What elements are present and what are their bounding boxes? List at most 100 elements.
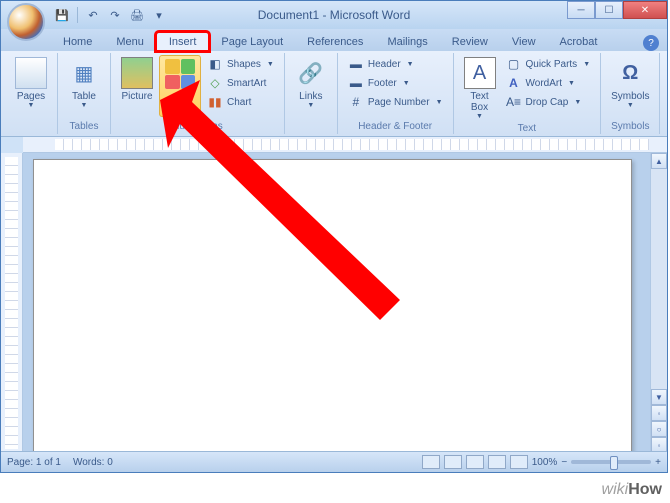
pages-label: Pages xyxy=(17,91,45,102)
tab-references[interactable]: References xyxy=(295,33,375,51)
undo-icon[interactable]: ↶ xyxy=(84,6,102,24)
links-label: Links xyxy=(299,91,322,102)
page-number-icon: # xyxy=(348,94,364,110)
draft-view-button[interactable] xyxy=(510,455,528,469)
qat-more-icon[interactable]: ▾ xyxy=(150,6,168,24)
document-page[interactable] xyxy=(33,159,632,453)
tab-view[interactable]: View xyxy=(500,33,548,51)
tab-home[interactable]: Home xyxy=(51,33,104,51)
chevron-down-icon: ▼ xyxy=(476,113,483,120)
header-label: Header xyxy=(368,59,401,70)
tab-review[interactable]: Review xyxy=(440,33,500,51)
group-symbols-label: Symbols xyxy=(607,120,653,132)
page-number-button[interactable]: # Page Number ▼ xyxy=(344,93,447,111)
smartart-label: SmartArt xyxy=(227,78,266,89)
outline-view-button[interactable] xyxy=(488,455,506,469)
zoom-in-button[interactable]: + xyxy=(655,457,661,468)
status-words[interactable]: Words: 0 xyxy=(73,457,113,468)
text-box-icon: A xyxy=(464,57,496,89)
quick-parts-label: Quick Parts xyxy=(526,59,578,70)
smartart-button[interactable]: ◇ SmartArt xyxy=(203,74,278,92)
text-box-button[interactable]: A TextBox ▼ xyxy=(460,55,500,122)
tab-acrobat[interactable]: Acrobat xyxy=(548,33,610,51)
smartart-icon: ◇ xyxy=(207,75,223,91)
minimize-button[interactable]: ─ xyxy=(567,1,595,19)
vertical-ruler[interactable] xyxy=(1,153,23,453)
picture-icon xyxy=(121,57,153,89)
table-icon: ▦ xyxy=(68,57,100,89)
chart-icon: ▮▮ xyxy=(207,94,223,110)
header-button[interactable]: ▬ Header ▼ xyxy=(344,55,447,73)
save-icon[interactable]: 💾 xyxy=(53,6,71,24)
ribbon: Pages ▼ ▦ Table ▼ Tables Picture xyxy=(1,51,667,137)
chevron-down-icon: ▼ xyxy=(568,80,575,87)
status-page[interactable]: Page: 1 of 1 xyxy=(7,457,61,468)
footer-button[interactable]: ▬ Footer ▼ xyxy=(344,74,447,92)
help-icon[interactable]: ? xyxy=(643,35,659,51)
browse-object-button[interactable]: ○ xyxy=(651,421,667,437)
tab-insert[interactable]: Insert xyxy=(156,32,210,51)
group-tables: ▦ Table ▼ Tables xyxy=(58,53,111,134)
drop-cap-button[interactable]: A≡ Drop Cap ▼ xyxy=(502,93,595,111)
chevron-down-icon: ▼ xyxy=(81,102,88,109)
group-illustrations: Picture ClipArt ◧ Shapes ▼ xyxy=(111,53,285,134)
full-screen-view-button[interactable] xyxy=(444,455,462,469)
symbols-icon: Ω xyxy=(614,57,646,89)
print-icon[interactable]: 🖨 xyxy=(128,6,146,24)
scroll-down-button[interactable]: ▼ xyxy=(651,389,667,405)
web-layout-view-button[interactable] xyxy=(466,455,484,469)
chevron-down-icon: ▼ xyxy=(403,80,410,87)
close-button[interactable]: ✕ xyxy=(623,1,667,19)
group-pages: Pages ▼ xyxy=(5,53,58,134)
drop-cap-icon: A≡ xyxy=(506,94,522,110)
chevron-down-icon: ▼ xyxy=(574,99,581,106)
group-links: 🔗 Links ▼ xyxy=(285,53,338,134)
chart-button[interactable]: ▮▮ Chart xyxy=(203,93,278,111)
scroll-up-button[interactable]: ▲ xyxy=(651,153,667,169)
clip-art-icon xyxy=(164,58,196,90)
chevron-down-icon: ▼ xyxy=(307,102,314,109)
chevron-down-icon: ▼ xyxy=(436,99,443,106)
drop-cap-label: Drop Cap xyxy=(526,97,569,108)
symbols-label: Symbols xyxy=(611,91,649,102)
status-bar: Page: 1 of 1 Words: 0 100% − + xyxy=(1,451,667,472)
window-title: Document1 - Microsoft Word xyxy=(258,8,411,22)
office-button[interactable] xyxy=(7,3,45,41)
tab-menu[interactable]: Menu xyxy=(104,33,156,51)
shapes-button[interactable]: ◧ Shapes ▼ xyxy=(203,55,278,73)
zoom-out-button[interactable]: − xyxy=(561,457,567,468)
print-layout-view-button[interactable] xyxy=(422,455,440,469)
zoom-slider[interactable] xyxy=(571,460,651,464)
redo-icon[interactable]: ↷ xyxy=(106,6,124,24)
zoom-level[interactable]: 100% xyxy=(532,457,558,468)
tab-page-layout[interactable]: Page Layout xyxy=(209,33,295,51)
table-label: Table xyxy=(72,91,96,102)
tab-mailings[interactable]: Mailings xyxy=(375,33,439,51)
chevron-down-icon: ▼ xyxy=(627,102,634,109)
quick-access-toolbar: 💾 ↶ ↷ 🖨 ▾ xyxy=(53,6,168,24)
group-text: A TextBox ▼ ▢ Quick Parts ▼ A WordArt xyxy=(454,53,602,134)
maximize-button[interactable]: ☐ xyxy=(595,1,623,19)
group-tables-label: Tables xyxy=(64,120,104,132)
chevron-down-icon: ▼ xyxy=(267,61,274,68)
picture-label: Picture xyxy=(121,91,152,102)
table-button[interactable]: ▦ Table ▼ xyxy=(64,55,104,111)
links-button[interactable]: 🔗 Links ▼ xyxy=(291,55,331,111)
group-header-footer: ▬ Header ▼ ▬ Footer ▼ # Page Number ▼ xyxy=(338,53,454,134)
pages-button[interactable]: Pages ▼ xyxy=(11,55,51,111)
quick-parts-icon: ▢ xyxy=(506,56,522,72)
group-illustrations-label: Illustrations xyxy=(117,120,278,132)
watermark: wikiHow xyxy=(602,481,662,499)
embed-flash-button[interactable]: ⚡ EmbedFlash xyxy=(666,55,670,115)
chevron-down-icon: ▼ xyxy=(407,61,414,68)
vertical-scrollbar[interactable]: ▲ ▼ ◦ ○ ◦ xyxy=(650,153,667,453)
wordart-button[interactable]: A WordArt ▼ xyxy=(502,74,595,92)
picture-button[interactable]: Picture xyxy=(117,55,157,104)
prev-page-button[interactable]: ◦ xyxy=(651,405,667,421)
quick-parts-button[interactable]: ▢ Quick Parts ▼ xyxy=(502,55,595,73)
footer-icon: ▬ xyxy=(348,75,364,91)
symbols-button[interactable]: Ω Symbols ▼ xyxy=(607,55,653,111)
horizontal-ruler[interactable] xyxy=(23,137,667,153)
clip-art-button[interactable]: ClipArt xyxy=(159,55,201,117)
pages-icon xyxy=(15,57,47,89)
